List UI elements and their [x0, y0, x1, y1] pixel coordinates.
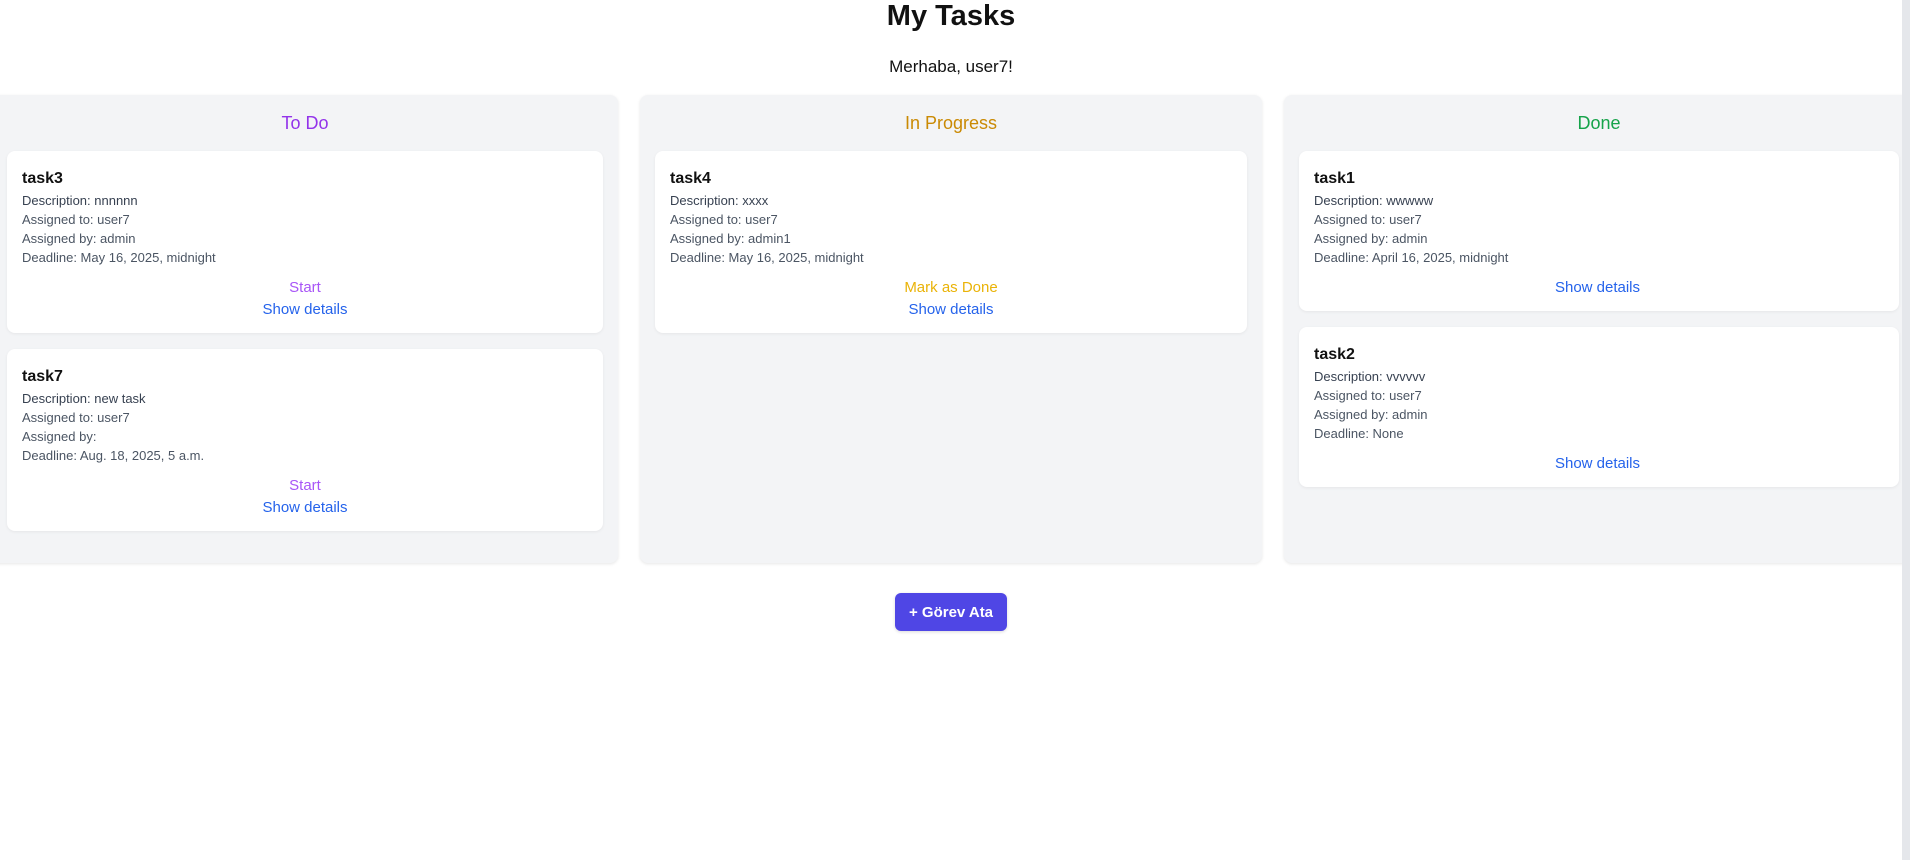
column-title-done: Done — [1577, 113, 1621, 133]
task-actions: Show details — [1314, 453, 1881, 475]
task-actions: Show details — [1314, 277, 1881, 299]
task-description: Description: xxxx — [670, 193, 769, 208]
page-title: My Tasks — [886, 0, 1016, 32]
task-card: task4 Description: xxxx Assigned to: use… — [655, 151, 1247, 333]
column-in-progress: In Progress task4 Description: xxxx Assi… — [640, 95, 1262, 563]
task-card: task7 Description: new task Assigned to:… — [7, 349, 603, 531]
task-board: To Do task3 Description: nnnnnn Assigned… — [0, 95, 1910, 563]
task-card: task3 Description: nnnnnn Assigned to: u… — [7, 151, 603, 333]
task-assigned-to: Assigned to: user7 — [1314, 212, 1422, 227]
scrollbar-track[interactable] — [1902, 0, 1910, 860]
page: My Tasks Merhaba, user7! To Do task3 Des… — [0, 0, 1910, 860]
task-actions: Start Show details — [22, 475, 588, 519]
task-description: Description: wwwww — [1314, 193, 1434, 208]
task-title: task7 — [22, 368, 63, 385]
task-description: Description: nnnnnn — [22, 193, 138, 208]
task-deadline: Deadline: None — [1314, 426, 1404, 441]
task-assigned-to: Assigned to: user7 — [22, 410, 130, 425]
task-assigned-by: Assigned by: admin1 — [670, 231, 791, 246]
task-actions: Start Show details — [22, 277, 588, 321]
task-assigned-by: Assigned by: — [22, 429, 97, 444]
show-details-link[interactable]: Show details — [22, 497, 588, 519]
task-title: task1 — [1314, 170, 1355, 187]
task-deadline: Deadline: May 16, 2025, midnight — [22, 250, 216, 265]
start-button[interactable]: Start — [22, 277, 588, 299]
start-button[interactable]: Start — [22, 475, 588, 497]
task-assigned-to: Assigned to: user7 — [1314, 388, 1422, 403]
column-title-todo: To Do — [281, 113, 329, 133]
task-card: task2 Description: vvvvvv Assigned to: u… — [1299, 327, 1899, 487]
task-title: task3 — [22, 170, 63, 187]
task-description: Description: vvvvvv — [1314, 369, 1426, 384]
task-title: task4 — [670, 170, 711, 187]
task-assigned-by: Assigned by: admin — [22, 231, 136, 246]
task-deadline: Deadline: Aug. 18, 2025, 5 a.m. — [22, 448, 205, 463]
assign-task-button[interactable]: + Görev Ata — [895, 593, 1007, 631]
task-deadline: Deadline: May 16, 2025, midnight — [670, 250, 864, 265]
task-card: task1 Description: wwwww Assigned to: us… — [1299, 151, 1899, 311]
task-description: Description: new task — [22, 391, 146, 406]
show-details-link[interactable]: Show details — [1314, 453, 1881, 475]
show-details-link[interactable]: Show details — [1314, 277, 1881, 299]
column-todo: To Do task3 Description: nnnnnn Assigned… — [0, 95, 618, 563]
task-assigned-by: Assigned by: admin — [1314, 231, 1428, 246]
task-assigned-to: Assigned to: user7 — [670, 212, 778, 227]
task-deadline: Deadline: April 16, 2025, midnight — [1314, 250, 1509, 265]
task-assigned-by: Assigned by: admin — [1314, 407, 1428, 422]
task-title: task2 — [1314, 346, 1355, 363]
mark-as-done-button[interactable]: Mark as Done — [670, 277, 1232, 299]
column-title-in-progress: In Progress — [904, 113, 998, 133]
greeting-text: Merhaba, user7! — [889, 57, 1013, 76]
task-assigned-to: Assigned to: user7 — [22, 212, 130, 227]
column-done: Done task1 Description: wwwww Assigned t… — [1284, 95, 1910, 563]
show-details-link[interactable]: Show details — [670, 299, 1232, 321]
show-details-link[interactable]: Show details — [22, 299, 588, 321]
task-actions: Mark as Done Show details — [670, 277, 1232, 321]
